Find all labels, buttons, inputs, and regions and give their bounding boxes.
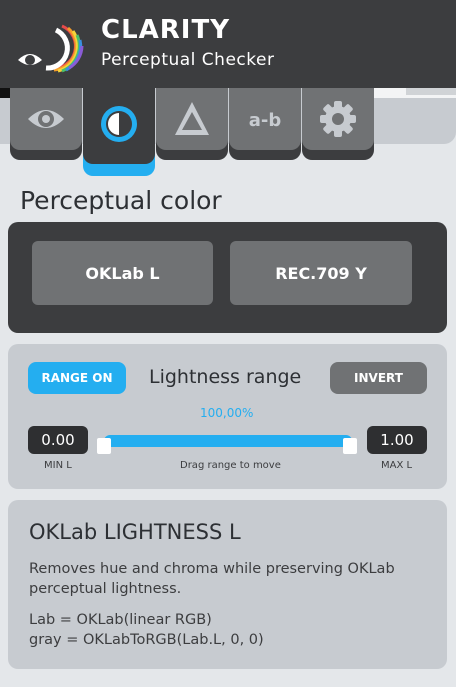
svg-text:a-b: a-b	[249, 110, 282, 131]
formula-line-1: Lab = OKLab(linear RGB)	[29, 612, 212, 628]
max-l-label: MAX L	[381, 460, 413, 471]
range-on-toggle[interactable]: RANGE ON	[28, 362, 126, 394]
triangle-icon	[175, 102, 209, 135]
info-description: Removes hue and chroma while preserving …	[29, 561, 395, 597]
rec709-y-button[interactable]: REC.709 Y	[230, 241, 412, 305]
invert-button[interactable]: INVERT	[330, 362, 427, 394]
tab-settings[interactable]	[302, 88, 374, 160]
tab-contrast[interactable]	[83, 88, 155, 176]
app-header: CLARITY Perceptual Checker	[0, 0, 456, 88]
drag-hint: Drag range to move	[180, 460, 281, 471]
formula-line-2: gray = OKLabToRGB(Lab.L, 0, 0)	[29, 632, 264, 648]
range-min-handle[interactable]	[97, 438, 111, 454]
max-l-input[interactable]: 1.00	[367, 426, 427, 454]
oklab-l-button[interactable]: OKLab L	[32, 241, 213, 305]
lightness-range-title: Lightness range	[149, 366, 302, 388]
clarity-logo-icon	[18, 24, 84, 73]
tab-vision[interactable]	[10, 88, 82, 160]
info-title: OKLab LIGHTNESS L	[29, 520, 241, 544]
gear-icon	[320, 101, 356, 137]
app-title: CLARITY	[101, 15, 231, 45]
eye-icon	[28, 110, 64, 128]
range-max-handle[interactable]	[343, 438, 357, 454]
half-circle-icon	[101, 106, 137, 142]
tab-delta[interactable]	[156, 88, 228, 160]
min-l-input[interactable]: 0.00	[28, 426, 88, 454]
tab-difference[interactable]: a-b	[229, 88, 301, 160]
tab-strip-highlight-inner	[406, 88, 456, 95]
range-slider-track[interactable]	[104, 435, 352, 447]
app-subtitle: Perceptual Checker	[101, 50, 275, 70]
min-l-label: MIN L	[44, 460, 72, 471]
section-title: Perceptual color	[20, 186, 222, 215]
range-percent: 100,00%	[200, 406, 254, 420]
a-minus-b-icon: a-b	[249, 110, 282, 131]
